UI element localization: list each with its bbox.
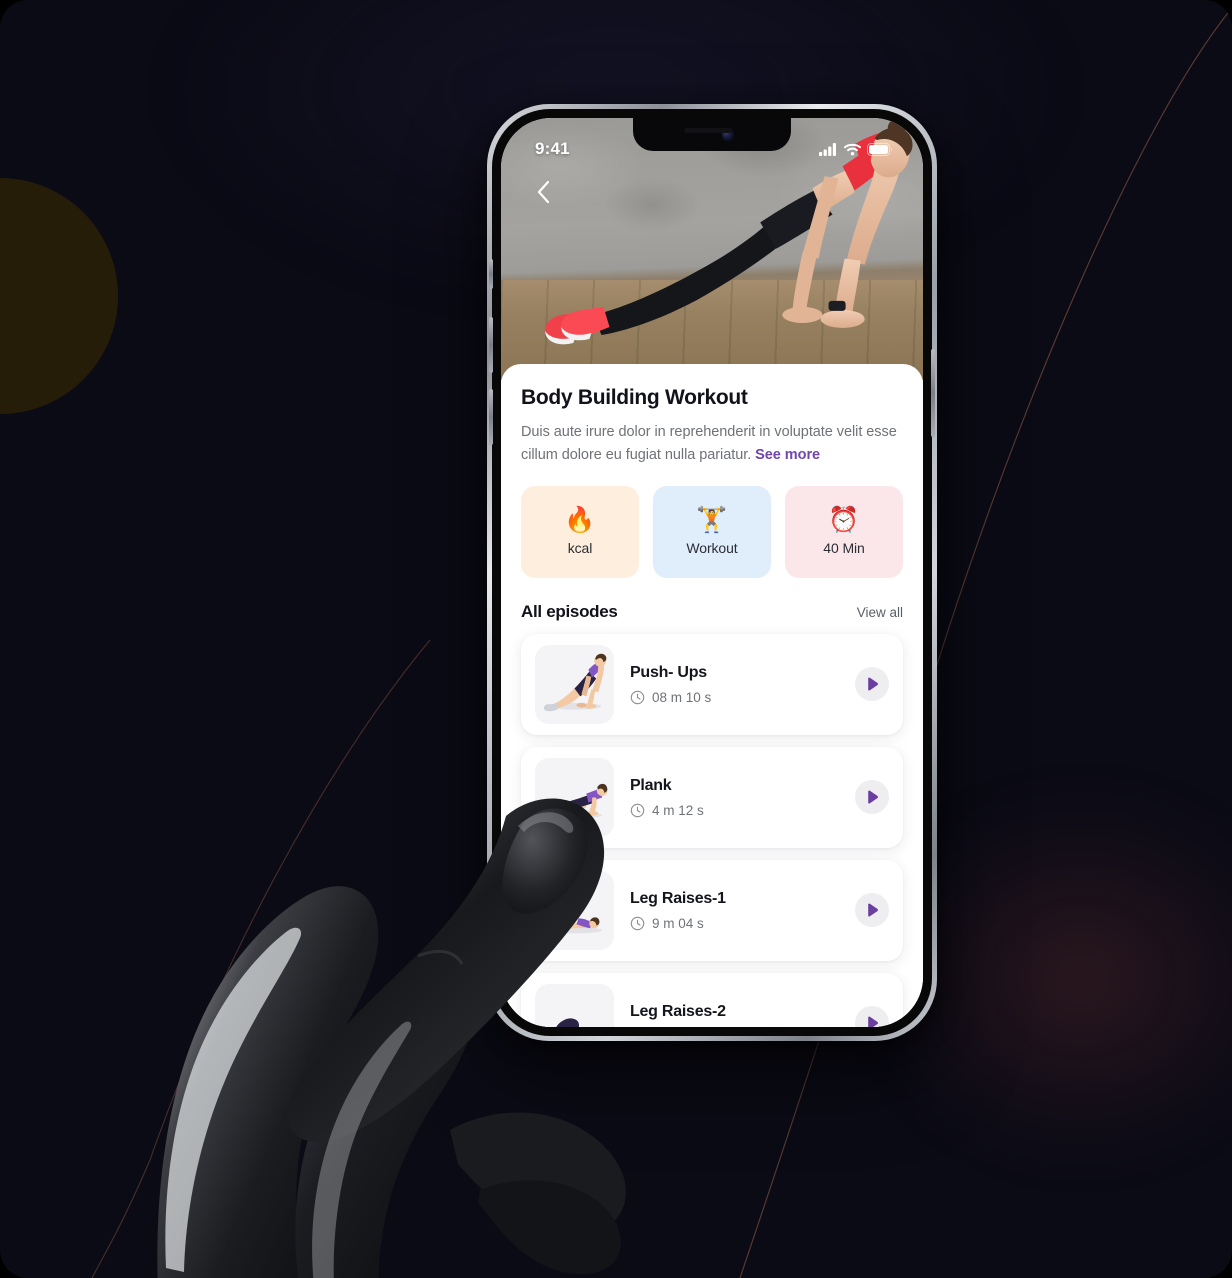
episode-title: Plank bbox=[630, 776, 672, 794]
stat-card-label: kcal bbox=[567, 539, 593, 556]
list-item[interactable]: Plank 4 m 12 s bbox=[521, 746, 903, 848]
weightlifter-emoji-icon: 🏋️ bbox=[696, 505, 728, 534]
see-more-link[interactable]: See more bbox=[755, 447, 820, 463]
volume-up-button[interactable] bbox=[489, 317, 493, 373]
hand-curled-finger-2 bbox=[478, 1180, 621, 1275]
page-title: Body Building Workout bbox=[521, 386, 748, 409]
episode-info: Leg Raises-2 9 m 04 s bbox=[630, 1003, 839, 1027]
episode-thumbnail bbox=[535, 870, 614, 950]
episode-title: Leg Raises-1 bbox=[630, 889, 726, 907]
hand-curled-finger-1 bbox=[450, 1112, 626, 1236]
alarm-clock-emoji-icon: ⏰ bbox=[828, 505, 860, 534]
stat-card-label: 40 Min bbox=[823, 539, 865, 556]
episode-duration: 9 m 04 s bbox=[630, 916, 839, 931]
episode-duration-text: 4 m 12 s bbox=[652, 802, 704, 818]
play-button[interactable] bbox=[855, 780, 889, 815]
play-icon bbox=[867, 1016, 878, 1027]
back-button[interactable] bbox=[523, 172, 563, 212]
cellular-signal-icon bbox=[819, 142, 836, 156]
view-all-link[interactable]: View all bbox=[857, 605, 903, 620]
episode-duration: 08 m 10 s bbox=[630, 690, 839, 705]
chevron-left-icon bbox=[537, 180, 550, 204]
phone-device: 9:41 Body Building Workout Duis aute iru… bbox=[487, 104, 937, 1041]
play-button[interactable] bbox=[855, 667, 889, 702]
episode-thumbnail bbox=[535, 644, 614, 724]
wifi-icon bbox=[844, 143, 861, 155]
list-item[interactable]: Push- Ups 08 m 10 s bbox=[521, 633, 903, 735]
phone-screen: 9:41 Body Building Workout Duis aute iru… bbox=[501, 118, 923, 1027]
episode-thumbnail bbox=[535, 983, 614, 1027]
legraise-pose-icon bbox=[546, 904, 603, 934]
episode-title: Push- Ups bbox=[630, 663, 707, 681]
list-item[interactable]: Leg Raises-1 9 m 04 s bbox=[521, 859, 903, 961]
silent-switch[interactable] bbox=[489, 259, 493, 289]
page-canvas: 9:41 Body Building Workout Duis aute iru… bbox=[0, 0, 1232, 1278]
description: Duis aute irure dolor in reprehenderit i… bbox=[521, 421, 903, 468]
clock-icon bbox=[630, 803, 645, 818]
play-button[interactable] bbox=[855, 893, 889, 928]
episode-duration: 4 m 12 s bbox=[630, 803, 839, 818]
episode-thumbnail bbox=[535, 757, 614, 837]
episodes-header: All episodes View all bbox=[521, 602, 903, 622]
legraise2-pose-icon bbox=[556, 1018, 580, 1027]
play-button[interactable] bbox=[855, 1006, 889, 1027]
power-button[interactable] bbox=[931, 349, 935, 437]
stat-card-duration[interactable]: ⏰ 40 Min bbox=[785, 485, 903, 578]
episode-info: Push- Ups 08 m 10 s bbox=[630, 664, 839, 705]
episode-info: Leg Raises-1 9 m 04 s bbox=[630, 890, 839, 931]
play-icon bbox=[867, 677, 878, 692]
volume-down-button[interactable] bbox=[489, 389, 493, 445]
battery-icon bbox=[867, 142, 893, 156]
fire-emoji-icon: 🔥 bbox=[564, 505, 596, 534]
play-icon bbox=[867, 903, 878, 918]
hand-highlight-left bbox=[165, 927, 302, 1272]
episodes-title: All episodes bbox=[521, 601, 618, 621]
stat-card-label: Workout bbox=[686, 539, 738, 556]
episode-duration-text: 9 m 04 s bbox=[652, 915, 704, 931]
hand-fingers bbox=[295, 968, 475, 1278]
status-time: 9:41 bbox=[535, 139, 570, 158]
stat-card-workout[interactable]: 🏋️ Workout bbox=[653, 485, 771, 578]
status-bar: 9:41 bbox=[501, 118, 923, 168]
hand-knuckle-crease bbox=[417, 949, 464, 965]
clock-icon bbox=[630, 690, 645, 705]
stat-card-kcal[interactable]: 🔥 kcal bbox=[521, 485, 639, 578]
hand-highlight-mid bbox=[312, 1021, 412, 1278]
clock-icon bbox=[630, 916, 645, 931]
episode-list: Push- Ups 08 m 10 s Plank 4 m 12 s Leg R… bbox=[521, 633, 903, 1027]
episode-info: Plank 4 m 12 s bbox=[630, 777, 839, 818]
phone-bezel: 9:41 Body Building Workout Duis aute iru… bbox=[489, 109, 935, 1036]
detail-sheet: Body Building Workout Duis aute irure do… bbox=[501, 364, 923, 1027]
status-icons bbox=[819, 142, 893, 156]
list-item[interactable]: Leg Raises-2 9 m 04 s bbox=[521, 972, 903, 1027]
play-icon bbox=[867, 790, 878, 805]
plank-pose-icon bbox=[541, 783, 608, 819]
pushup-pose-icon bbox=[543, 653, 607, 712]
hand-palm bbox=[157, 886, 379, 1278]
olive-circle-decoration bbox=[0, 178, 118, 414]
episode-title: Leg Raises-2 bbox=[630, 1002, 726, 1020]
episode-duration-text: 08 m 10 s bbox=[652, 689, 712, 705]
stat-card-row: 🔥 kcal 🏋️ Workout ⏰ 40 Min bbox=[521, 485, 903, 578]
description-text: Duis aute irure dolor in reprehenderit i… bbox=[521, 424, 897, 464]
